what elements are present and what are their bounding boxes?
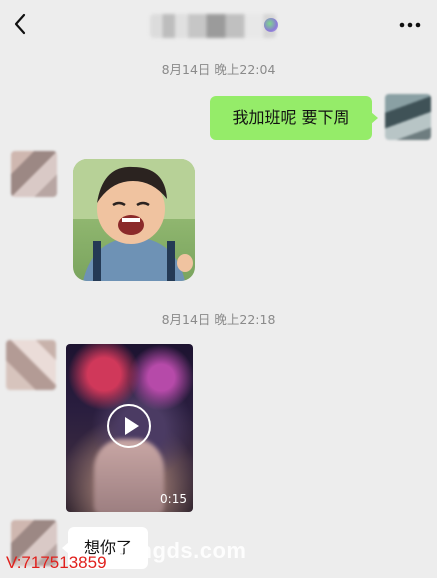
contact-avatar[interactable] (11, 151, 57, 197)
watermark-id: V:717513859 (6, 553, 107, 572)
chat-header (0, 0, 437, 50)
sent-message-bubble[interactable]: 我加班呢 要下周 (210, 96, 378, 140)
crying-toddler-sticker (73, 159, 195, 281)
timestamp: 8月14日 晚上22:04 (161, 62, 276, 77)
more-dots-icon[interactable] (397, 15, 423, 35)
status-icon (264, 18, 278, 32)
video-thumbnail-person (94, 439, 164, 512)
contact-avatar[interactable] (6, 340, 56, 390)
sticker-image[interactable] (73, 159, 195, 281)
video-duration: 0:15 (160, 492, 187, 506)
timestamp: 8月14日 晚上22:18 (161, 312, 276, 327)
play-icon[interactable] (107, 404, 151, 448)
chevron-left-icon[interactable] (8, 10, 34, 38)
video-message[interactable]: 0:15 (66, 344, 193, 512)
my-avatar[interactable] (385, 94, 431, 140)
chat-title-blurred (150, 14, 276, 38)
watermark-domain: fangds.com (118, 538, 247, 563)
